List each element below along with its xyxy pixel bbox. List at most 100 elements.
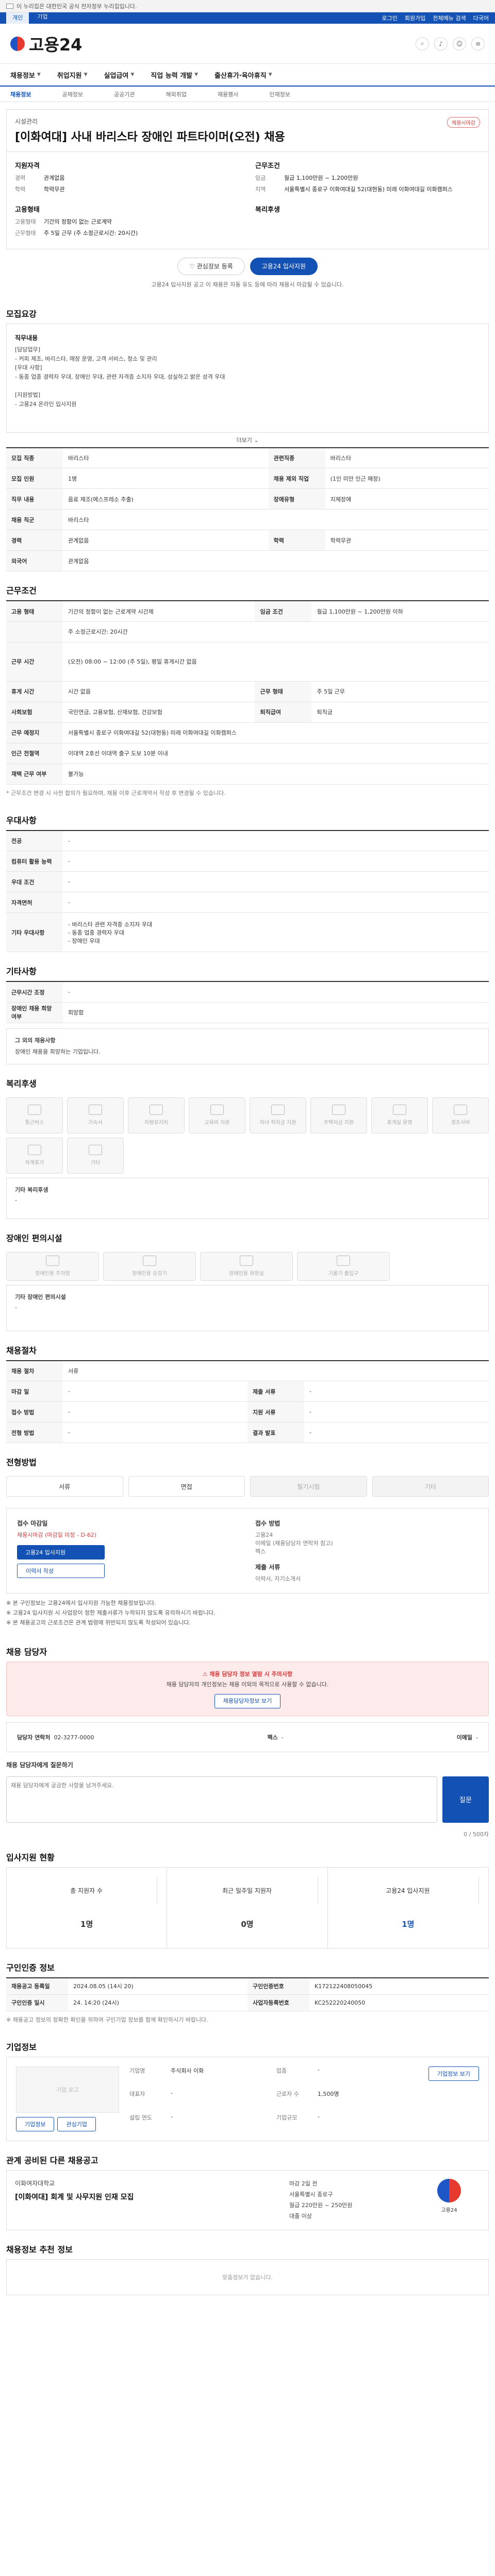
table-row: 전형 방법 - 결과 발표 - [6, 1422, 489, 1444]
table-row: 전공 - [6, 830, 489, 852]
status-badge: 채용시마감 [447, 117, 480, 128]
view-company-link[interactable]: 기업정보 보기 [428, 2066, 479, 2081]
welfare-item: 기타 [67, 1137, 124, 1174]
section-title: 장애인 편의시설 [6, 1233, 62, 1243]
subnav-public-recruit[interactable]: 공채정보 [62, 90, 82, 98]
section-title: 구인인증 정보 [6, 1962, 55, 1973]
apply-now-button[interactable]: 고용24 입사지원 [17, 1545, 105, 1560]
stats-section: 입사지원 현황 총 지원자 수 1명 최근 일주일 지원자 0명 고용24 입사지원… [6, 1845, 489, 1948]
recruit-table: 모집 직종 바리스타 관련직종 바리스타 모집 인원 1명 채용 제외 직업 (1인 미만 … [6, 447, 489, 572]
login-link[interactable]: 로그인 [382, 14, 398, 22]
etc-icon [89, 1145, 102, 1156]
logo-mark-icon [437, 2178, 461, 2202]
company-name: 시설관리 [15, 118, 38, 125]
facility-item: 장애인용 주차장 [6, 1251, 99, 1281]
empty-box: 맞춤정보가 없습니다. [6, 2259, 489, 2296]
job-title-card: 채용시마감 시설관리 [이화여대] 사내 바리스타 장애인 파트타이머(오전) … [6, 109, 489, 152]
disability-extra-box: 기타 장애인 편의시설 - [6, 1284, 489, 1331]
company-info-button[interactable]: 기업정보 [16, 2116, 55, 2131]
work-footnote: * 근무조건 변경 시 사전 합의가 필요하며, 채용 이후 근로계약서 작성 … [6, 789, 226, 796]
vacation-icon [28, 1145, 41, 1156]
parking-icon [46, 1256, 59, 1266]
subnav-jobs[interactable]: 채용정보 [10, 90, 31, 98]
all-menu-search-link[interactable]: 전체메뉴 검색 [433, 14, 466, 22]
qa-form: 질문 [6, 1769, 489, 1830]
nav-jobs[interactable]: 채용정보 ▼ [10, 70, 49, 80]
chevron-down-icon: ▼ [37, 72, 41, 77]
dorm-icon [89, 1105, 102, 1115]
process-section: 채용절차 채용 절차 서류 마감 일 - 제출 서류 - 접수 방법 - 지원 서류 - 전형… [6, 1338, 489, 1444]
related-job-card[interactable]: 이화여자대학교 [이화여대] 회계 및 사무지원 인재 모집 마감 2일 전 서… [6, 2170, 489, 2231]
qa-label: 채용 담당자에게 질문하기 [6, 1761, 73, 1769]
chevron-down-icon: ⌄ [254, 436, 259, 444]
tab-personal[interactable]: 개인 [6, 12, 29, 24]
menu-icon[interactable]: ≡ [471, 37, 485, 50]
welfare-item: 차량유지비 [128, 1097, 185, 1133]
signup-link[interactable]: 회원가입 [405, 14, 425, 22]
job-detail-box: 직무내용 [담당업무] - 커피 제조, 바리스타, 매장 운영, 고객 서비스… [6, 323, 489, 433]
apply-note: 고용24 입사지원 공고 이 채용은 자동 유도 등에 따라 채용시 마감될 수… [151, 281, 344, 288]
user-icon[interactable]: ☺ [453, 37, 466, 50]
favorite-company-button[interactable]: 관심기업 [57, 2116, 96, 2131]
table-row: 직무 내용 음료 제조(에스프레소 추출) 장애유형 지체장애 [6, 488, 489, 510]
header: 고용24 ⌕ ♪ ☺ ≡ [0, 24, 495, 64]
table-row: 장애인 채용 희망 여부 희망함 [6, 1002, 489, 1023]
section-title: 채용정보 추천 정보 [6, 2245, 73, 2255]
question-input[interactable] [6, 1776, 437, 1823]
bell-icon[interactable]: ♪ [434, 37, 448, 50]
company-section: 기업정보 기업 로고 기업정보 관심기업 기업명 주식회사 이화 업종 - 대표자 -… [6, 2035, 489, 2141]
nav-employment-support[interactable]: 취업지원 ▼ [49, 70, 96, 80]
subnav-talent[interactable]: 인재정보 [269, 90, 290, 98]
tab-company[interactable]: 기업 [37, 12, 47, 24]
disability-section: 장애인 편의시설 장애인용 주차장 장애인용 승강기 장애인용 화장실 기울기 … [6, 1226, 489, 1331]
heart-icon: ♡ [189, 262, 197, 270]
stat-item: 최근 일주일 지원자 0명 [167, 1867, 328, 1948]
section-title: 우대사항 [6, 815, 37, 825]
scrap-button[interactable]: ♡ 관심정보 등록 [177, 257, 245, 275]
language-link[interactable]: 다국어 [473, 14, 489, 22]
table-row: 모집 직종 바리스타 관련직종 바리스타 [6, 447, 489, 469]
step-document: 서류 [6, 1476, 123, 1497]
related-meta: 마감 2일 전 서울특별시 종로구 월급 220만원 ~ 250만원 대졸 이상 [289, 2180, 353, 2219]
job-summary-grid: 지원자격 경력 관계없음 학력 학력무관 근무조건 임금 월급 1,100만원 ~ 1… [6, 152, 489, 249]
job-summary: 채용시마감 시설관리 [이화여대] 사내 바리스타 장애인 파트타이머(오전) … [6, 109, 489, 295]
nav-unemployment-benefit[interactable]: 실업급여 ▼ [96, 70, 143, 80]
contact-phone: 02-3277-0000 [54, 1734, 94, 1741]
elevator-icon [143, 1256, 156, 1266]
nav-parental-leave[interactable]: 출산휴가·육아휴직 ▼ [206, 70, 280, 80]
subnav-public-institution[interactable]: 공공기관 [114, 90, 135, 98]
more-button[interactable]: 더보기 ⌄ [6, 433, 489, 447]
section-title: 복리후생 [6, 1078, 37, 1089]
flag-icon [6, 3, 13, 9]
subnav-events[interactable]: 채용행사 [218, 90, 238, 98]
apply-notice: ※ 본 구인정보는 고용24에서 입사지원 가능한 채용정보입니다. ※ 고용2… [6, 1600, 216, 1626]
search-icon[interactable]: ⌕ [416, 37, 429, 50]
preference-table: 전공 - 컴퓨터 활용 능력 - 우대 조건 - 자격면허 - 기타 우대사항 - 바리스… [6, 829, 489, 953]
etc-extra-box: 그 외의 채용사항 장애인 채용을 희망하는 기업입니다. [6, 1028, 489, 1064]
question-submit-button[interactable]: 질문 [442, 1776, 489, 1823]
related-logo: 고용24 [418, 2178, 480, 2222]
site-logo[interactable]: 고용24 [10, 32, 82, 56]
table-row: 재택 근무 여부 불가능 [6, 764, 489, 785]
resume-button[interactable]: 이력서 작성 [17, 1564, 105, 1579]
apply-button[interactable]: 고용24 입사지원 [250, 257, 318, 275]
table-row: 컴퓨터 활용 능력 - [6, 851, 489, 872]
welfare-extra-box: 기타 복리후생 - [6, 1177, 489, 1219]
deadline-text: 채용시마감 (마감일 미정 - D-62) [17, 1532, 97, 1539]
qualification-box: 지원자격 경력 관계없음 학력 학력무관 [15, 162, 65, 193]
stat-item: 총 지원자 수 1명 [7, 1867, 168, 1948]
disability-icons: 장애인용 주차장 장애인용 승강기 장애인용 화장실 기울기 출입구 [6, 1248, 489, 1285]
view-contact-button[interactable]: 채용담당자정보 보기 [214, 1693, 281, 1708]
contact-box: 담당자 연락처 02-3277-0000 팩스 - 이메일 - [6, 1722, 489, 1752]
gift-icon [454, 1105, 467, 1115]
selection-steps: 서류 면접 필기시험 기타 [6, 1472, 489, 1501]
section-title: 입사지원 현황 [6, 1852, 55, 1862]
related-title: [이화여대] 회계 및 사무지원 인재 모집 [15, 2193, 134, 2201]
table-row: 마감 일 - 제출 서류 - [6, 1381, 489, 1402]
subnav-overseas[interactable]: 해외취업 [166, 90, 186, 98]
bus-icon [28, 1105, 41, 1115]
nav-skill-development[interactable]: 직업 능력 개발 ▼ [142, 70, 206, 80]
facility-item: 기울기 출입구 [297, 1251, 390, 1281]
welfare-item: 교육비 지원 [189, 1097, 245, 1133]
welfare-item: 하계휴가 [6, 1137, 63, 1174]
